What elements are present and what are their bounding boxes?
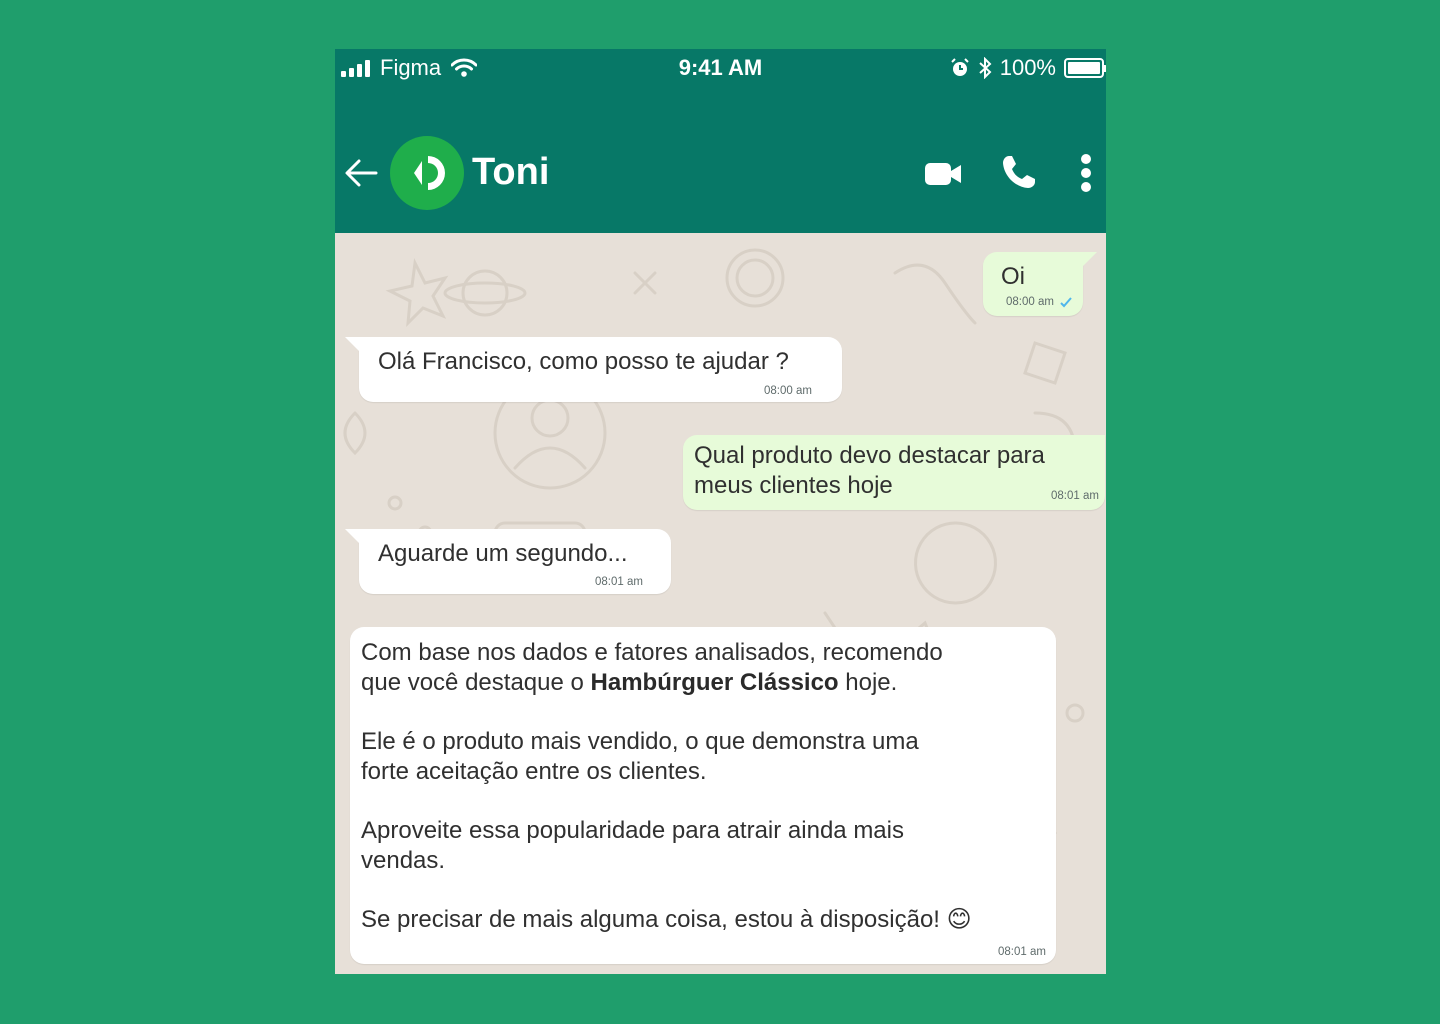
alarm-icon [951, 58, 969, 76]
message-line: Se precisar de mais alguma coisa, estou … [361, 906, 972, 933]
message-text: Olá Francisco, como posso te ajudar ? [378, 348, 789, 375]
message-bubble-incoming[interactable]: Com base nos dados e fatores analisados,… [350, 627, 1056, 964]
highlighted-product: Hambúrguer Clássico [590, 669, 839, 696]
message-time: 08:00 am [764, 385, 812, 397]
message-time: 08:01 am [595, 576, 643, 588]
message-bubble-incoming[interactable]: Olá Francisco, como posso te ajudar ? 08… [359, 337, 842, 402]
contact-name[interactable]: Toni [472, 151, 549, 194]
message-paragraph-4: Se precisar de mais alguma coisa, estou … [361, 905, 1051, 935]
avatar[interactable] [390, 136, 464, 210]
message-body: Com base nos dados e fatores analisados,… [361, 638, 1051, 935]
more-vertical-icon[interactable] [1079, 153, 1093, 193]
status-right: 100% [950, 55, 1106, 81]
app-header-area: Figma 9:41 AM 100% Toni [335, 49, 1106, 233]
toni-logo-icon [414, 156, 445, 190]
message-bubble-incoming[interactable]: Aguarde um segundo... 08:01 am [359, 529, 671, 594]
message-time: 08:01 am [1051, 490, 1099, 502]
phone-screen: Figma 9:41 AM 100% Toni Oi 08:00 am Olá … [335, 49, 1106, 974]
message-text-line-2: meus clientes hoje [694, 472, 893, 499]
status-bar: Figma 9:41 AM 100% [335, 49, 1106, 89]
message-text: Aguarde um segundo... [378, 540, 628, 567]
message-text: hoje. [838, 669, 898, 696]
message-paragraph-2: Ele é o produto mais vendido, o que demo… [361, 727, 1051, 787]
message-line: vendas. [361, 847, 446, 874]
message-paragraph-3: Aproveite essa popularidade para atrair … [361, 816, 1051, 876]
message-line: Aproveite essa popularidade para atrair … [361, 817, 904, 844]
back-arrow-icon[interactable] [343, 155, 379, 191]
message-time: 08:00 am [1006, 296, 1054, 308]
video-call-icon[interactable] [924, 161, 962, 187]
message-text: Oi [1001, 263, 1025, 290]
bubble-tail [1083, 252, 1097, 266]
message-line: que você destaque o Hambúrguer Clássico … [361, 668, 1051, 698]
bubble-tail [345, 529, 359, 543]
message-bubble-outgoing[interactable]: Oi 08:00 am [983, 252, 1083, 316]
message-bubble-outgoing[interactable]: Qual produto devo destacar para meus cli… [683, 435, 1105, 510]
bubble-tail [345, 337, 359, 351]
read-check-icon [1060, 297, 1072, 308]
chat-header: Toni [335, 135, 1106, 211]
message-text-line-1: Qual produto devo destacar para [694, 442, 1045, 469]
message-paragraph-1: Com base nos dados e fatores analisados,… [361, 638, 1051, 698]
bluetooth-icon [979, 57, 992, 79]
battery-percent: 100% [999, 55, 1056, 80]
chat-area[interactable]: Oi 08:00 am Olá Francisco, como posso te… [335, 233, 1106, 974]
message-time: 08:01 am [998, 946, 1046, 958]
message-line: Ele é o produto mais vendido, o que demo… [361, 728, 919, 755]
message-line: Com base nos dados e fatores analisados,… [361, 639, 943, 666]
message-text: que você destaque o [361, 669, 591, 696]
message-line: forte aceitação entre os clientes. [361, 758, 707, 785]
battery-icon [1064, 58, 1106, 78]
phone-icon[interactable] [1001, 154, 1037, 190]
